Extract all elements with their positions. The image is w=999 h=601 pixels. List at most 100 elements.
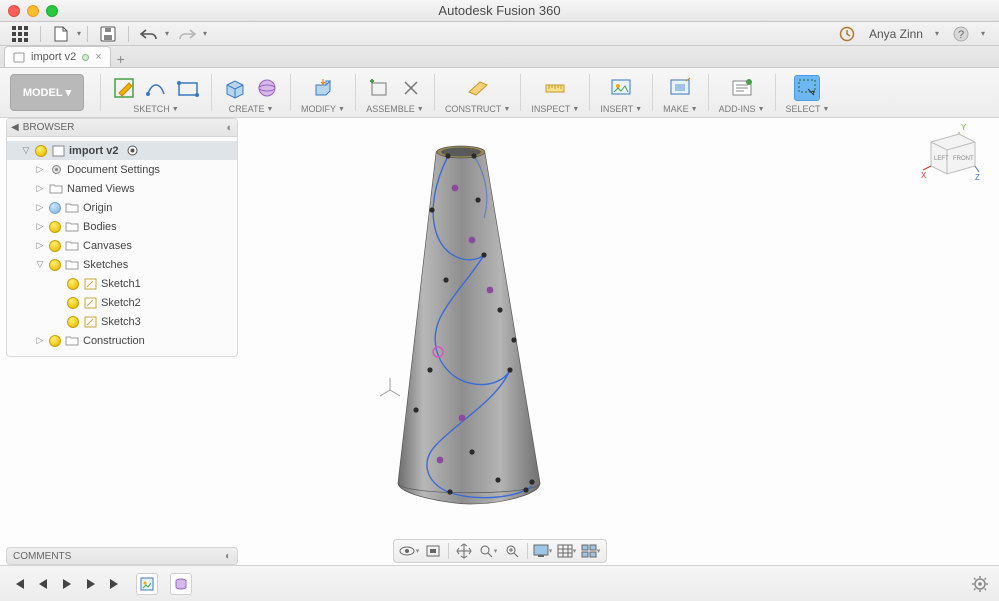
construct-plane-icon[interactable]	[465, 75, 491, 101]
document-tab[interactable]: import v2 ×	[4, 46, 111, 67]
tree-item-bodies[interactable]: ▷ Bodies	[7, 217, 237, 236]
grid-menu-button[interactable]	[6, 24, 34, 44]
sketch-icon	[83, 278, 97, 290]
ribbon-label-select[interactable]: SELECT▼	[786, 104, 830, 114]
tree-item-sketch2[interactable]: Sketch2	[7, 293, 237, 312]
expander-icon[interactable]: ▷	[35, 183, 45, 194]
addins-icon[interactable]	[729, 75, 755, 101]
redo-caret-icon[interactable]: ▾	[203, 29, 207, 38]
expander-icon[interactable]: ▷	[35, 221, 45, 232]
visibility-bulb-icon[interactable]	[35, 145, 47, 157]
expander-icon[interactable]: ▷	[35, 202, 45, 213]
workspace-switcher[interactable]: MODEL ▾	[10, 74, 84, 111]
timeline-next-button[interactable]	[82, 575, 100, 593]
radio-icon[interactable]	[127, 145, 138, 156]
timeline-end-button[interactable]	[106, 575, 124, 593]
timeline-play-button[interactable]	[58, 575, 76, 593]
viewcube[interactable]: Y LEFT FRONT X Z	[921, 122, 981, 182]
visibility-bulb-icon[interactable]	[49, 240, 61, 252]
tree-item-document-settings[interactable]: ▷ Document Settings	[7, 160, 237, 179]
timeline-feature-sketch[interactable]	[136, 573, 158, 595]
timeline-settings-button[interactable]	[971, 575, 989, 593]
comments-panel[interactable]: COMMENTS ◐	[6, 547, 238, 565]
ribbon-label-sketch[interactable]: SKETCH▼	[133, 104, 178, 114]
ribbon-group-select: SELECT▼	[782, 68, 834, 117]
tree-item-construction[interactable]: ▷ Construction	[7, 331, 237, 350]
close-tab-button[interactable]: ×	[95, 51, 101, 63]
tree-item-sketches[interactable]: ▽ Sketches	[7, 255, 237, 274]
file-menu-caret-icon[interactable]: ▾	[77, 29, 81, 38]
expander-icon[interactable]: ▷	[35, 164, 45, 175]
axis-z-label: Z	[975, 173, 980, 182]
create-sketch-icon[interactable]	[111, 75, 137, 101]
help-button[interactable]: ?	[953, 26, 969, 42]
pan-button[interactable]	[453, 541, 475, 561]
expander-icon[interactable]: ▷	[35, 335, 45, 346]
user-name[interactable]: Anya Zinn	[869, 27, 923, 41]
file-menu-button[interactable]	[47, 24, 75, 44]
visibility-bulb-icon[interactable]	[49, 202, 61, 214]
workspace-label: MODEL	[23, 87, 63, 99]
visibility-bulb-icon[interactable]	[49, 221, 61, 233]
job-status-icon[interactable]	[839, 26, 855, 42]
tree-item-canvases[interactable]: ▷ Canvases	[7, 236, 237, 255]
sphere-icon[interactable]	[254, 75, 280, 101]
component-icon	[51, 145, 65, 157]
browser-options-icon[interactable]: ◐	[226, 122, 233, 134]
timeline-bar	[0, 565, 999, 601]
new-component-icon[interactable]	[366, 75, 392, 101]
tree-label: Document Settings	[67, 164, 160, 176]
new-tab-button[interactable]: +	[111, 51, 131, 67]
comments-expand-icon[interactable]: ◐	[225, 551, 231, 562]
tree-item-named-views[interactable]: ▷ Named Views	[7, 179, 237, 198]
comments-title: COMMENTS	[13, 551, 71, 562]
workspace-caret-icon: ▾	[66, 86, 72, 99]
expander-icon[interactable]: ▷	[35, 240, 45, 251]
timeline-start-button[interactable]	[10, 575, 28, 593]
grid-settings-button[interactable]: ▾	[556, 541, 578, 561]
expander-icon[interactable]: ▽	[35, 259, 45, 270]
visibility-bulb-icon[interactable]	[49, 335, 61, 347]
fit-button[interactable]	[501, 541, 523, 561]
visibility-bulb-icon[interactable]	[49, 259, 61, 271]
visibility-bulb-icon[interactable]	[67, 278, 79, 290]
box-icon[interactable]	[222, 75, 248, 101]
line-tool-icon[interactable]	[143, 75, 169, 101]
visibility-bulb-icon[interactable]	[67, 316, 79, 328]
zoom-button[interactable]: ▾	[477, 541, 499, 561]
visibility-bulb-icon[interactable]	[67, 297, 79, 309]
collapse-browser-icon[interactable]: ◀	[11, 122, 19, 133]
viewport-3d[interactable]	[240, 100, 760, 540]
redo-button[interactable]	[173, 24, 201, 44]
select-tool-icon[interactable]	[794, 75, 820, 101]
tree-item-sketch3[interactable]: Sketch3	[7, 312, 237, 331]
user-menu-caret-icon[interactable]: ▾	[935, 29, 939, 38]
help-caret-icon[interactable]: ▾	[981, 29, 985, 38]
orbit-button[interactable]: ▾	[398, 541, 420, 561]
tree-root[interactable]: ▽ import v2	[7, 141, 237, 160]
tree-item-sketch1[interactable]: Sketch1	[7, 274, 237, 293]
timeline-feature-body[interactable]	[170, 573, 192, 595]
joint-icon[interactable]	[398, 75, 424, 101]
document-icon	[13, 51, 25, 63]
3d-print-icon[interactable]	[667, 75, 693, 101]
display-settings-button[interactable]: ▾	[532, 541, 554, 561]
gear-icon	[49, 164, 63, 176]
tree-item-origin[interactable]: ▷ Origin	[7, 198, 237, 217]
rectangle-tool-icon[interactable]	[175, 75, 201, 101]
axis-y-label: Y	[961, 123, 967, 132]
viewport-layout-button[interactable]: ▾	[580, 541, 602, 561]
insert-derive-icon[interactable]	[608, 75, 634, 101]
navigation-bar: ▾ ▾ ▾ ▾ ▾	[393, 539, 607, 563]
timeline-prev-button[interactable]	[34, 575, 52, 593]
folder-icon	[65, 202, 79, 214]
expander-icon[interactable]: ▽	[21, 145, 31, 156]
tree-label: Origin	[83, 202, 112, 214]
measure-icon[interactable]	[542, 75, 568, 101]
save-button[interactable]	[94, 24, 122, 44]
browser-header[interactable]: ◀ BROWSER ◐	[7, 119, 237, 137]
undo-button[interactable]	[135, 24, 163, 44]
undo-caret-icon[interactable]: ▾	[165, 29, 169, 38]
press-pull-icon[interactable]	[310, 75, 336, 101]
look-at-button[interactable]	[422, 541, 444, 561]
